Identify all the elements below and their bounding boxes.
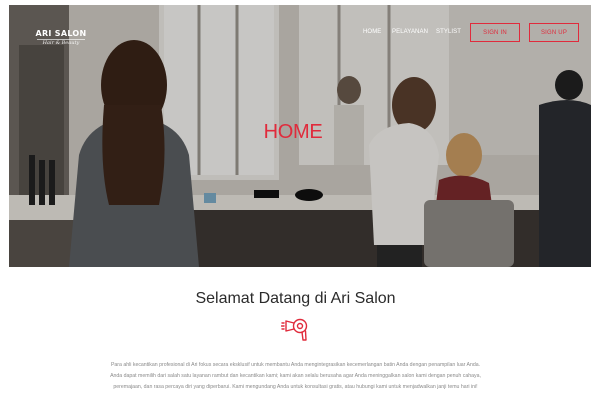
- signup-button[interactable]: SIGN UP: [529, 23, 579, 42]
- welcome-line: peremajaan, dan rasa percaya diri yang d…: [113, 384, 478, 390]
- hair-dryer-icon: [281, 318, 308, 341]
- welcome-line: Para ahli kecantikan profesional di Ari …: [110, 362, 481, 368]
- brand-name: ARI SALON: [35, 29, 87, 38]
- welcome-line: Anda dapat memilih dari salah satu layan…: [110, 373, 481, 379]
- nav-item-pelayanan[interactable]: PELAYANAN: [392, 29, 428, 35]
- signin-button[interactable]: SIGN IN: [470, 23, 520, 42]
- page: ARI SALON Hair & Beauty HOME PELAYANAN S…: [0, 0, 591, 401]
- brand-logo[interactable]: ARI SALON Hair & Beauty: [33, 29, 89, 49]
- nav-item-home[interactable]: HOME: [363, 29, 381, 35]
- hero-title: HOME: [263, 121, 323, 143]
- welcome-title: Selamat Datang di Ari Salon: [195, 290, 396, 307]
- welcome-description: Para ahli kecantikan profesional di Ari …: [40, 360, 551, 393]
- nav-item-stylist[interactable]: STYLIST: [436, 29, 461, 35]
- brand-tagline: Hair & Beauty: [37, 39, 85, 47]
